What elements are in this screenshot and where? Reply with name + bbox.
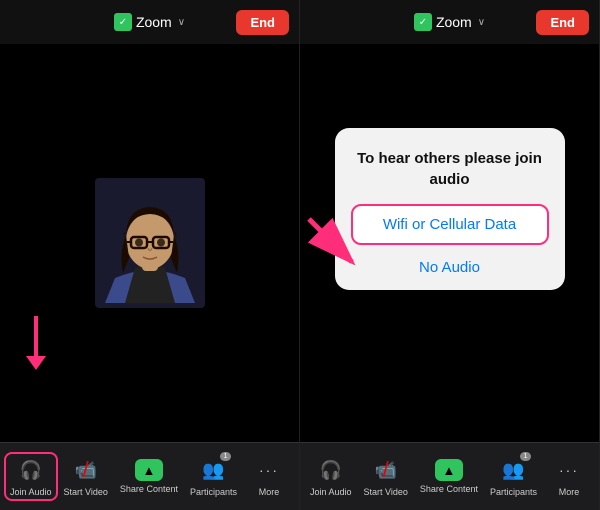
zoom-logo-left[interactable]: ✓ Zoom ∨	[114, 13, 185, 31]
headphones-icon: 🎧	[17, 456, 45, 484]
join-audio-icon-wrap: 🎧	[17, 456, 45, 484]
start-video-label-right: Start Video	[364, 487, 408, 497]
participants-button-left[interactable]: 👥 1 Participants	[184, 452, 243, 501]
zoom-logo-right[interactable]: ✓ Zoom ∨	[414, 13, 485, 31]
wifi-cellular-button[interactable]: Wifi or Cellular Data	[351, 204, 549, 245]
toolbar-right: 🎧 Join Audio 📹 / Start Video ▲ Share Con…	[300, 442, 599, 510]
participants-label-left: Participants	[190, 487, 237, 497]
more-button-right[interactable]: ··· More	[543, 452, 595, 501]
arrow-shaft	[34, 316, 38, 356]
modal-title: To hear others please join audio	[351, 148, 549, 190]
top-bar-left: ✓ Zoom ∨ End	[0, 0, 299, 44]
participants-badge-left: 1	[220, 452, 232, 461]
headphones-icon-right: 🎧	[317, 456, 345, 484]
share-icon-left: ▲	[135, 459, 163, 481]
more-icon-left: ···	[255, 456, 283, 484]
start-video-icon-wrap: 📹 /	[72, 456, 100, 484]
share-content-icon-wrap: ▲	[135, 459, 163, 481]
right-panel: ✓ Zoom ∨ End To hear others please join …	[300, 0, 600, 510]
share-content-button-right[interactable]: ▲ Share Content	[414, 455, 484, 498]
app-name-left: Zoom	[136, 14, 172, 30]
shield-icon-left: ✓	[114, 13, 132, 31]
share-content-button-left[interactable]: ▲ Share Content	[114, 455, 184, 498]
share-content-label-left: Share Content	[120, 484, 178, 494]
modal-overlay: To hear others please join audio Wifi or…	[300, 44, 599, 374]
participants-button-right[interactable]: 👥 1 Participants	[484, 452, 543, 501]
join-audio-button-right[interactable]: 🎧 Join Audio	[304, 452, 358, 501]
more-label-right: More	[559, 487, 580, 497]
start-video-button-left[interactable]: 📹 / Start Video	[58, 452, 114, 501]
chevron-icon-left: ∨	[178, 17, 185, 28]
left-panel: ✓ Zoom ∨ End	[0, 0, 300, 510]
join-audio-label-left: Join Audio	[10, 487, 52, 497]
share-icon-right: ▲	[435, 459, 463, 481]
participants-icon-wrap-right: 👥 1	[499, 456, 527, 484]
participants-label-right: Participants	[490, 487, 537, 497]
video-area-left	[0, 44, 299, 442]
video-icon-left: 📹 /	[72, 456, 100, 484]
person-thumbnail	[95, 178, 205, 308]
arrow-head	[26, 356, 46, 370]
more-icon-right: ···	[555, 456, 583, 484]
share-content-icon-wrap-right: ▲	[435, 459, 463, 481]
top-bar-right: ✓ Zoom ∨ End	[300, 0, 599, 44]
end-button-left[interactable]: End	[236, 10, 289, 35]
participants-badge-right: 1	[520, 452, 532, 461]
person-face-svg	[105, 183, 195, 303]
down-arrow-left	[26, 316, 46, 370]
end-button-right[interactable]: End	[536, 10, 589, 35]
toolbar-left: 🎧 Join Audio 📹 / Start Video ▲ Share Con…	[0, 442, 299, 510]
start-video-icon-wrap-right: 📹 /	[372, 456, 400, 484]
more-button-left[interactable]: ··· More	[243, 452, 295, 501]
video-icon-right: 📹 /	[372, 456, 400, 484]
join-audio-button-left[interactable]: 🎧 Join Audio	[4, 452, 58, 501]
participants-icon-wrap: 👥 1	[199, 456, 227, 484]
join-audio-label-right: Join Audio	[310, 487, 352, 497]
join-audio-modal: To hear others please join audio Wifi or…	[335, 128, 565, 290]
chevron-icon-right: ∨	[478, 17, 485, 28]
share-content-label-right: Share Content	[420, 484, 478, 494]
shield-icon-right: ✓	[414, 13, 432, 31]
start-video-button-right[interactable]: 📹 / Start Video	[358, 452, 414, 501]
video-area-right: To hear others please join audio Wifi or…	[300, 44, 599, 442]
no-audio-button[interactable]: No Audio	[419, 259, 480, 276]
arrow-right-svg	[304, 214, 364, 274]
more-label-left: More	[259, 487, 280, 497]
app-name-right: Zoom	[436, 14, 472, 30]
start-video-label-left: Start Video	[64, 487, 108, 497]
join-audio-icon-wrap-right: 🎧	[317, 456, 345, 484]
